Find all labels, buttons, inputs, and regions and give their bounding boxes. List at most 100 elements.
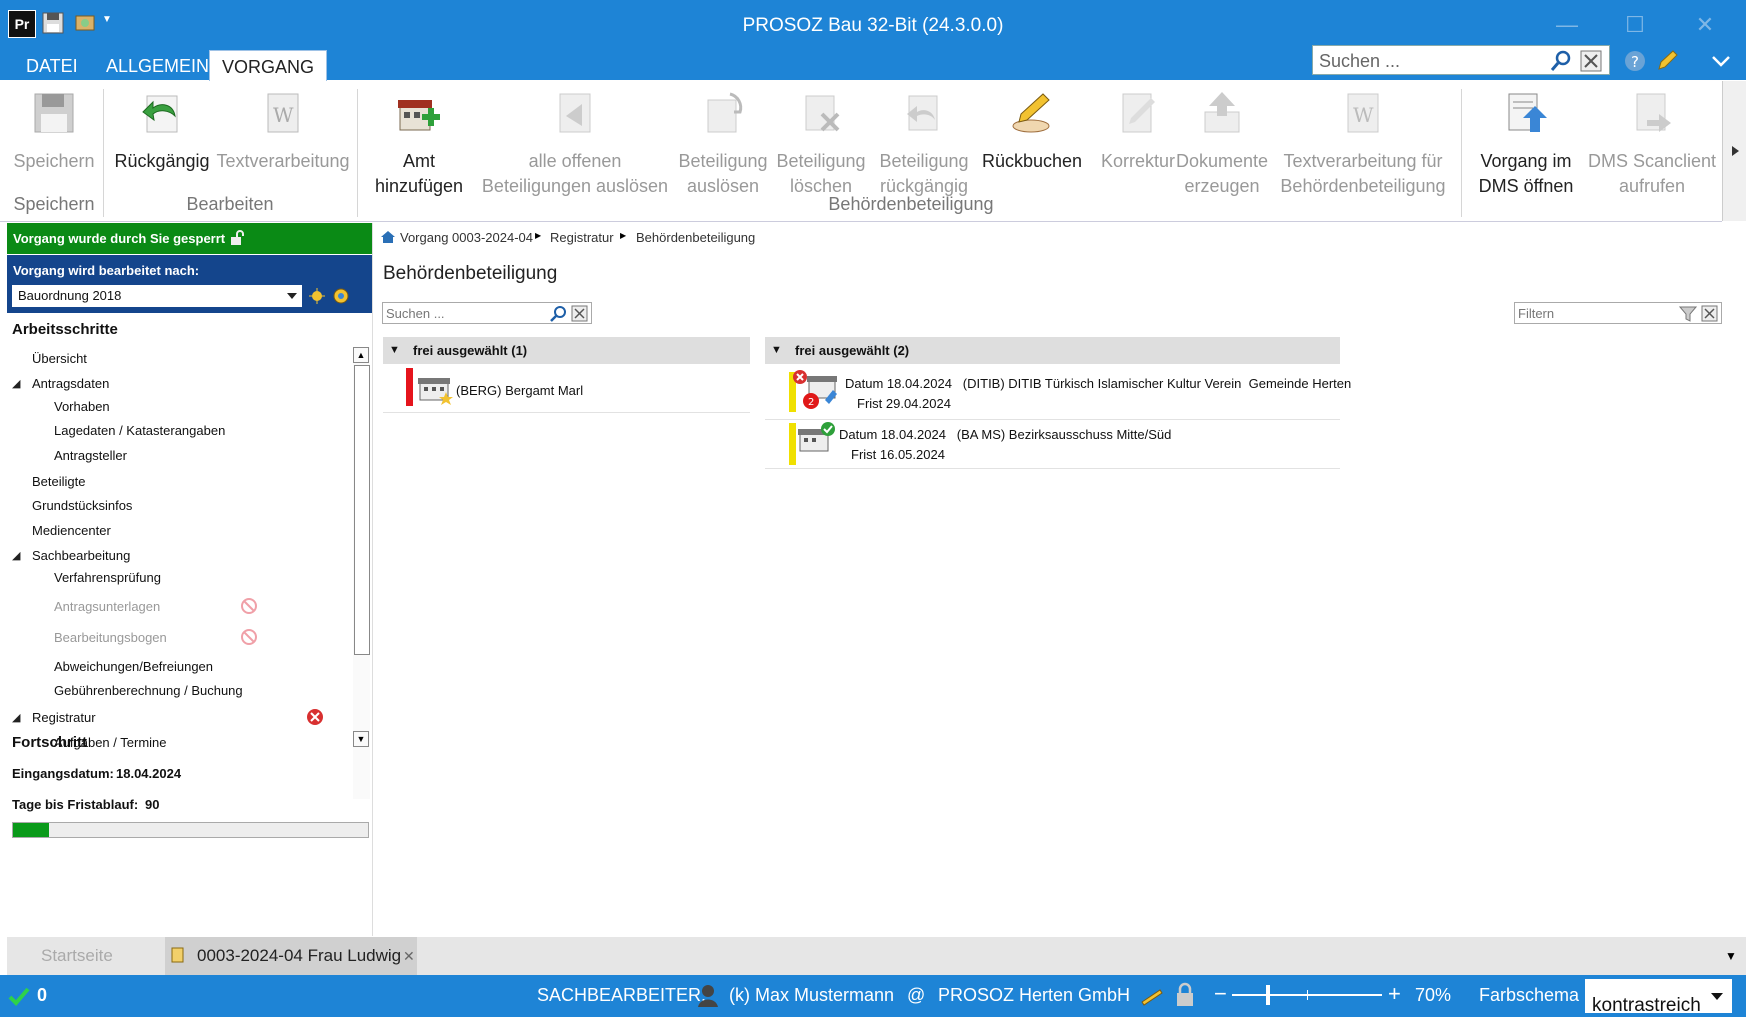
app-window: Pr ▼ PROSOZ Bau 32-Bit (24.3.0.0) — ☐ ✕ … <box>0 0 1746 1017</box>
filter-input[interactable]: Filtern <box>1514 302 1722 324</box>
trigger-participation-icon <box>707 92 743 133</box>
main-search-input[interactable]: Suchen ... <box>382 302 592 324</box>
zoom-in-icon[interactable]: + <box>1388 981 1401 1007</box>
beteiligung-ausloesen-button[interactable]: Beteiligung auslösen <box>676 87 770 199</box>
close-tab-icon[interactable]: ✕ <box>403 937 415 975</box>
step-registratur[interactable]: Registratur <box>32 710 96 725</box>
at-sign: @ <box>907 985 926 1005</box>
step-verfahrenspruefung[interactable]: Verfahrensprüfung <box>54 570 161 585</box>
dokumente-erzeugen-button[interactable]: Dokumente erzeugen <box>1172 87 1272 199</box>
step-antragsunterlagen[interactable]: Antragsunterlagen <box>54 599 160 614</box>
amt-hinzufuegen-button[interactable]: Amt hinzufügen <box>366 87 472 199</box>
locked-banner: Vorgang wurde durch Sie gesperrt <box>7 223 372 254</box>
clear-search-icon[interactable] <box>1579 49 1603 73</box>
step-antragsteller[interactable]: Antragsteller <box>54 448 127 463</box>
doc-tab-startseite[interactable]: Startseite <box>41 937 113 975</box>
step-antragsdaten[interactable]: Antragsdaten <box>32 376 109 391</box>
doc-tab-vorgang[interactable]: 0003-2024-04 Frau Ludwig ✕ <box>165 937 417 975</box>
scanclient-icon <box>1636 93 1671 132</box>
expanded-triangle-icon[interactable]: ◢ <box>12 711 20 724</box>
ribbon-separator <box>1461 89 1462 217</box>
wizard-icon[interactable] <box>307 286 327 306</box>
step-mediencenter[interactable]: Mediencenter <box>32 523 111 538</box>
pen-ruler-icon[interactable] <box>1140 984 1164 1008</box>
step-beteiligte[interactable]: Beteiligte <box>32 474 85 489</box>
step-uebersicht[interactable]: Übersicht <box>32 351 87 366</box>
steps-scrollbar[interactable]: ▲ ▼ <box>353 347 370 799</box>
search-icon[interactable] <box>1549 49 1573 73</box>
add-office-icon <box>398 100 440 131</box>
step-grundstuecksinfos[interactable]: Grundstücksinfos <box>32 498 132 513</box>
tab-datei[interactable]: DATEI <box>14 50 90 80</box>
zoom-slider[interactable] <box>1232 985 1382 1005</box>
speichern-button[interactable]: Speichern <box>8 87 100 174</box>
zoom-out-icon[interactable]: − <box>1214 981 1227 1007</box>
group-header-left[interactable]: ▼ frei ausgewählt (1) <box>383 337 750 364</box>
ribbon-search-input[interactable]: Suchen ... <box>1312 45 1610 75</box>
scroll-up-arrow-icon[interactable]: ▲ <box>353 347 369 363</box>
scroll-thumb[interactable] <box>354 365 370 655</box>
dms-scanclient-label2: aufrufen <box>1618 176 1686 196</box>
amt-hinzufuegen-label1: Amt <box>402 151 435 171</box>
status-count: 0 <box>37 985 48 1005</box>
breadcrumb-registratur[interactable]: Registratur <box>550 230 614 245</box>
step-vorhaben[interactable]: Vorhaben <box>54 399 110 414</box>
clear-filter-icon[interactable] <box>1701 305 1719 323</box>
status-bar: 0 SACHBEARBEITER: (k) Max Mustermann @ P… <box>0 975 1746 1017</box>
office-approved-icon <box>798 422 835 452</box>
filter-icon[interactable] <box>1679 305 1697 323</box>
beteiligung-rueckgaengig-button[interactable]: Beteiligung rückgängig <box>874 87 974 199</box>
list-item[interactable]: (BERG) Bergamt Marl <box>383 368 750 413</box>
main-search-placeholder: Suchen ... <box>386 306 445 321</box>
collapse-ribbon-icon[interactable] <box>1710 52 1732 70</box>
close-icon[interactable]: ✕ <box>1688 10 1722 40</box>
expanded-triangle-icon[interactable]: ◢ <box>12 377 20 390</box>
clear-search-icon[interactable] <box>571 305 589 323</box>
trigger-all-icon <box>559 93 591 133</box>
maximize-icon[interactable]: ☐ <box>1618 10 1652 40</box>
list-item[interactable]: Datum 18.04.2024 (BA MS) Bezirksausschus… <box>765 419 1340 469</box>
textverarbeitung-behoerden-button[interactable]: W Textverarbeitung für Behördenbeteiligu… <box>1278 87 1448 199</box>
step-gebuehrenberechnung[interactable]: Gebührenberechnung / Buchung <box>54 683 243 698</box>
breadcrumb-vorgang[interactable]: Vorgang 0003-2024-04 <box>400 230 533 245</box>
refresh-settings-icon[interactable] <box>331 286 351 306</box>
user-avatar-icon <box>698 985 718 1007</box>
dms-scanclient-button[interactable]: DMS Scanclient aufrufen <box>1586 87 1718 199</box>
step-sachbearbeitung[interactable]: Sachbearbeitung <box>32 548 130 563</box>
ribbon-scroll-right[interactable] <box>1722 81 1746 221</box>
alle-offenen-beteiligungen-button[interactable]: alle offenen Beteiligungen auslösen <box>478 87 672 199</box>
tab-vorgang[interactable]: VORGANG <box>209 50 328 82</box>
beteiligung-loeschen-button[interactable]: Beteiligung löschen <box>774 87 868 199</box>
color-scheme-select[interactable]: kontrastreich <box>1585 979 1732 1016</box>
step-bearbeitungsbogen[interactable]: Bearbeitungsbogen <box>54 630 167 645</box>
step-abweichungen[interactable]: Abweichungen/Befreiungen <box>54 659 213 674</box>
scroll-down-arrow-icon[interactable]: ▼ <box>353 731 369 747</box>
rueckgaengig-button[interactable]: Rückgängig <box>110 87 214 174</box>
edit-mode-select[interactable]: Bauordnung 2018 <box>12 285 302 307</box>
tab-list-dropdown-icon[interactable]: ▼ <box>1725 949 1737 963</box>
lock-open-icon[interactable] <box>229 230 247 246</box>
home-icon[interactable] <box>380 230 396 244</box>
chevron-down-icon <box>287 293 297 299</box>
minimize-icon[interactable]: — <box>1550 10 1584 40</box>
edit-pencil-icon[interactable] <box>1654 48 1680 74</box>
vorgang-im-dms-button[interactable]: Vorgang im DMS öffnen <box>1466 87 1586 199</box>
alle-offenen-label1: alle offenen <box>528 151 622 171</box>
collapse-triangle-icon[interactable]: ▼ <box>389 337 400 364</box>
textverarbeitung-button[interactable]: W Textverarbeitung <box>214 87 352 174</box>
tab-allgemein[interactable]: ALLGEMEIN <box>94 50 221 80</box>
expanded-triangle-icon[interactable]: ◢ <box>12 549 20 562</box>
left-panel: Vorgang wurde durch Sie gesperrt Vorgang… <box>7 223 373 936</box>
lock-icon[interactable] <box>1174 982 1196 1008</box>
zoom-slider-thumb[interactable] <box>1266 985 1270 1005</box>
rueckgaengig-label: Rückgängig <box>114 151 210 171</box>
collapse-triangle-icon[interactable]: ▼ <box>771 337 782 364</box>
step-lagedaten[interactable]: Lagedaten / Katasterangaben <box>54 423 225 438</box>
group-header-right[interactable]: ▼ frei ausgewählt (2) <box>765 337 1340 364</box>
list-item-line2: Frist 16.05.2024 <box>851 447 945 462</box>
search-icon[interactable] <box>549 305 567 323</box>
help-icon[interactable]: ? <box>1622 48 1648 74</box>
list-item[interactable]: 2 Datum 18.04.2024 (DITIB) DITIB Türkisc… <box>765 368 1351 420</box>
office-rejected-icon: 2 <box>793 370 837 409</box>
rueckbuchen-button[interactable]: Rückbuchen <box>978 87 1086 174</box>
